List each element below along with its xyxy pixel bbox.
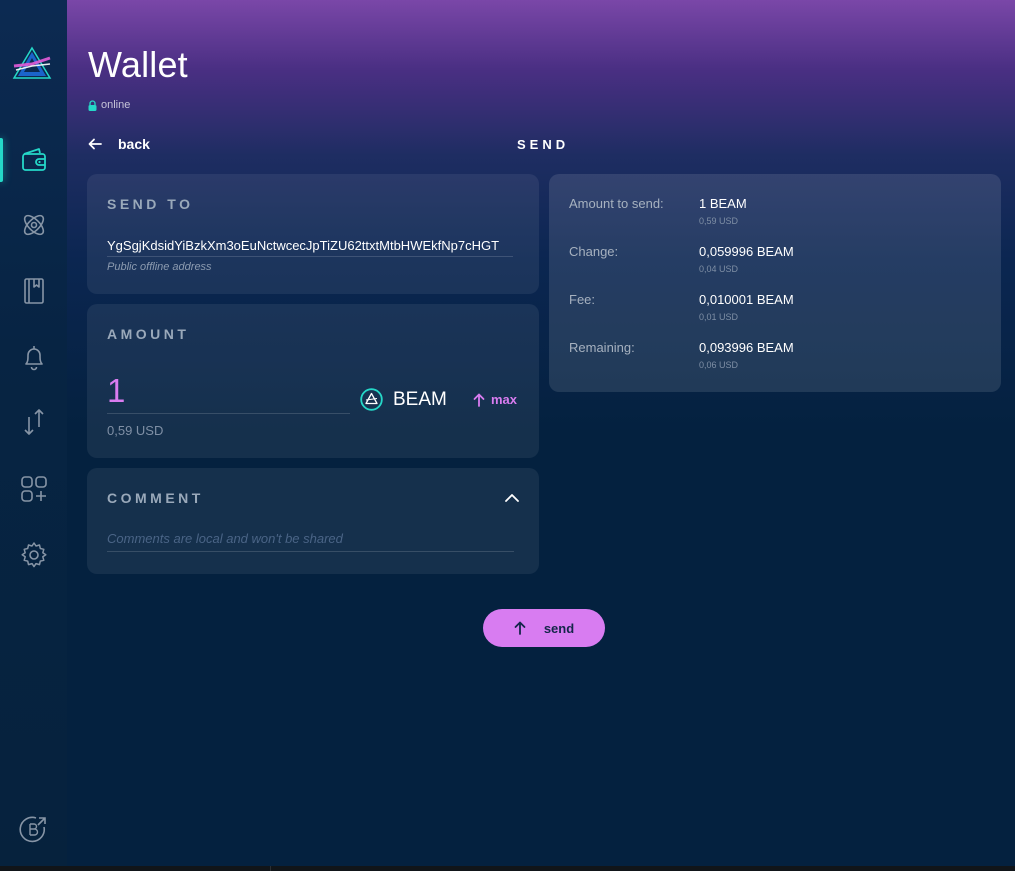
summary-value: 1 BEAM [699,196,747,211]
summary-usd: 0,06 USD [699,360,739,370]
amount-input[interactable]: 1 [107,368,350,414]
send-button-label: send [543,620,575,636]
transaction-summary-panel: Amount to send: 1 BEAM 0,59 USD Change: … [549,174,1001,392]
summary-usd: 0,04 USD [699,264,739,274]
status-label: online [101,99,131,111]
comment-title: COMMENT [107,490,204,506]
lock-icon [88,99,97,111]
divider [270,866,271,871]
page-title: Wallet [88,44,188,85]
beam-logo [12,46,52,80]
amount-title: AMOUNT [107,326,190,342]
sidebar-item-settings[interactable] [0,529,67,581]
transfer-arrows-icon [23,409,44,435]
summary-value: 0,059996 BEAM [699,244,794,259]
summary-label: Amount to send: [569,196,664,211]
address-hint: Public offline address [107,261,212,273]
sidebar-item-applications[interactable] [0,463,67,515]
asset-selector[interactable]: BEAM [360,388,447,411]
comment-input[interactable]: Comments are local and won't be shared [107,531,514,552]
bell-icon [24,346,43,371]
summary-label: Change: [569,244,619,259]
asset-label: BEAM [393,388,447,410]
send-to-panel: SEND TO YgSgjKdsidYiBzkXm3oEuNctwcecJpTi… [87,174,539,294]
sidebar-item-notifications[interactable] [0,331,67,383]
comment-panel: COMMENT Comments are local and won't be … [87,468,539,574]
sidebar-item-address-book[interactable] [0,265,67,317]
back-label: back [118,136,150,152]
address-input[interactable]: YgSgjKdsidYiBzkXm3oEuNctwcecJpTiZU62ttxt… [107,238,513,257]
app-window: Wallet online back SEND SEND TO YgSgjKds… [0,0,1015,866]
beam-explorer-link-icon [18,816,46,843]
main-content: Wallet online back SEND SEND TO YgSgjKds… [67,0,1015,866]
sidebar [0,0,67,866]
arrow-left-icon [88,138,102,150]
summary-value: 0,010001 BEAM [699,292,794,307]
chevron-up-icon[interactable] [504,490,520,506]
summary-label: Fee: [569,292,596,307]
summary-label: Remaining: [569,340,635,355]
max-button[interactable]: max [473,392,517,407]
send-to-title: SEND TO [107,196,194,212]
summary-usd: 0,59 USD [699,216,739,226]
wallet-icon [21,148,46,171]
gear-icon [20,542,47,568]
arrow-up-icon [473,393,485,407]
amount-panel: AMOUNT 1 0,59 USD BEAM max [87,304,539,458]
amount-usd-value: 0,59 USD [107,423,164,438]
page-subtitle: SEND [517,137,570,152]
apps-plus-icon [20,476,47,502]
sidebar-item-wallet[interactable] [0,134,67,186]
send-button[interactable]: send [483,609,605,647]
sidebar-item-atomic-swap[interactable] [0,199,67,251]
beam-explorer-link[interactable] [0,803,67,855]
beam-coin-icon [360,388,383,411]
address-book-icon [23,278,44,304]
arrow-up-icon [514,621,526,635]
summary-value: 0,093996 BEAM [699,340,794,355]
max-label: max [491,392,518,407]
summary-usd: 0,01 USD [699,312,739,322]
back-button[interactable]: back [88,136,150,152]
window-bottom-edge [0,866,1015,871]
connection-status: online [88,99,130,111]
sidebar-item-utxo[interactable] [0,396,67,448]
atom-icon [23,214,44,236]
